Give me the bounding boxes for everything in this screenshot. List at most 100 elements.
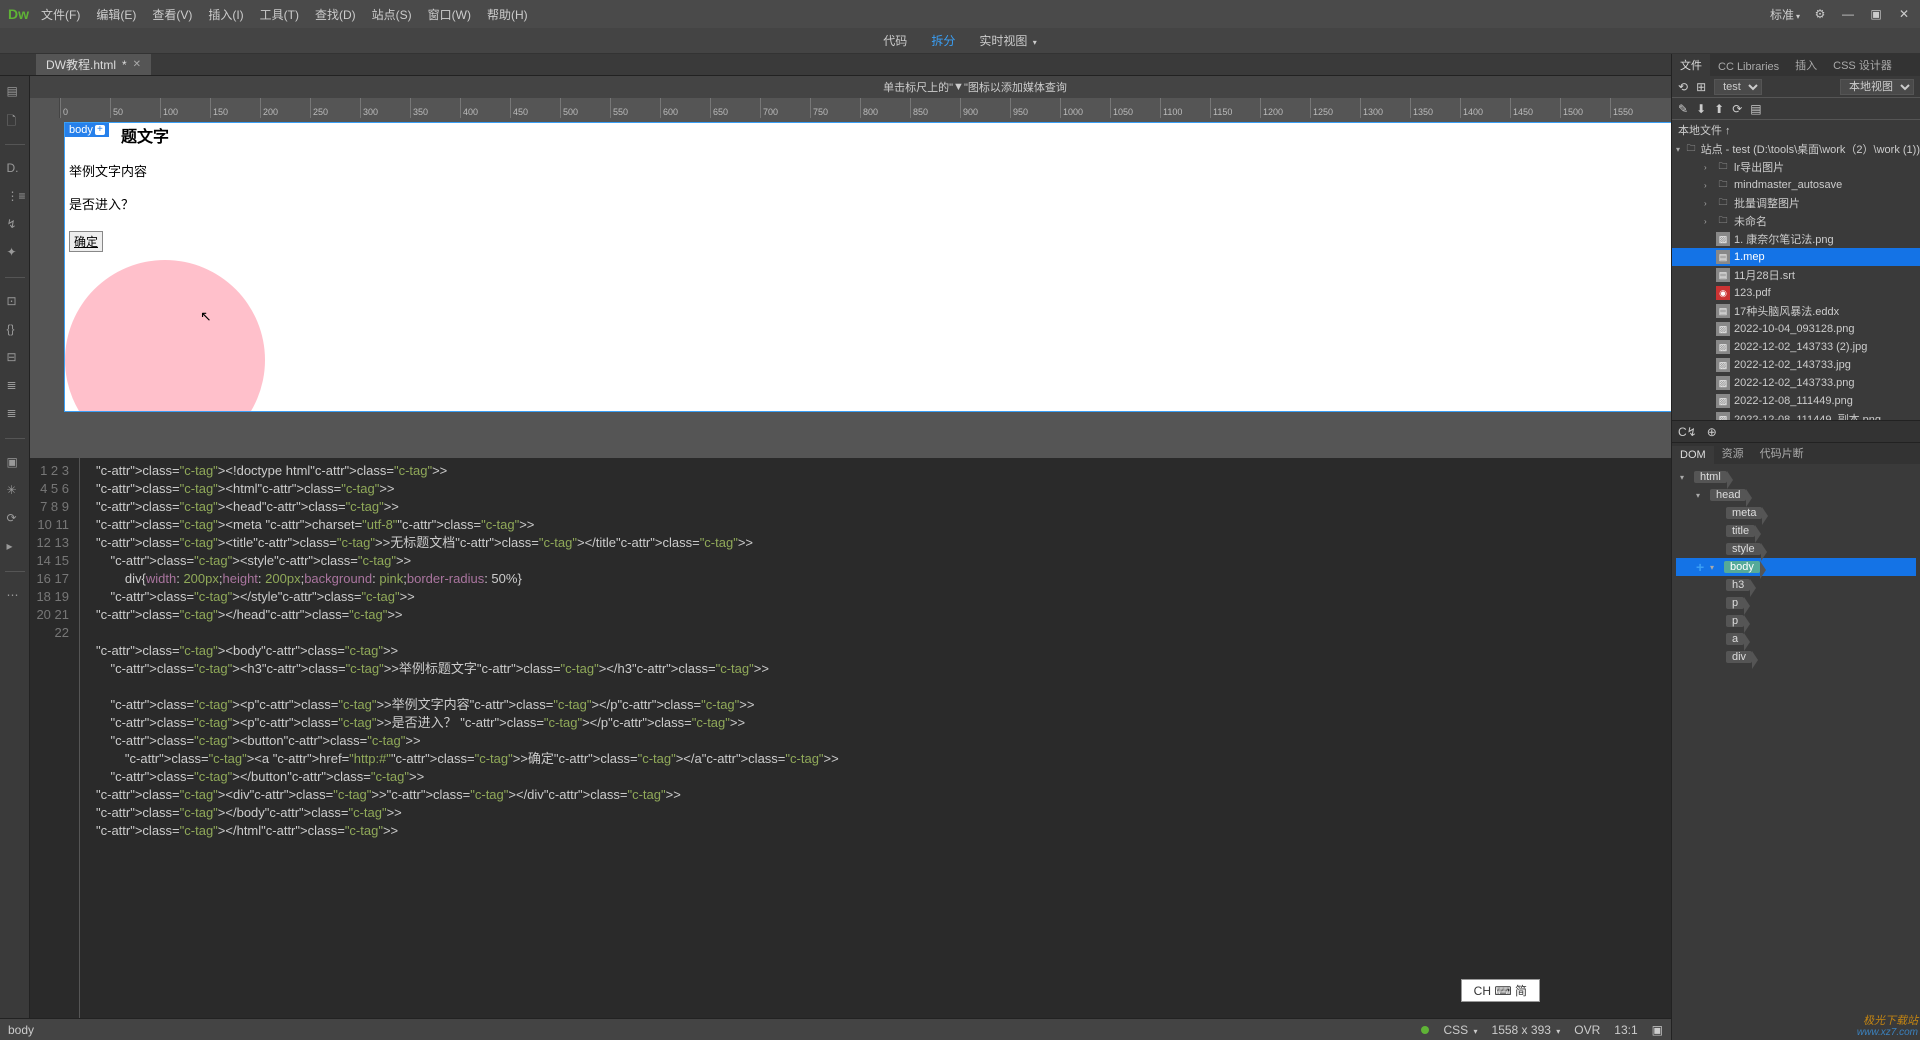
tab-close-icon[interactable]: ✕: [133, 59, 141, 70]
design-view-canvas[interactable]: body + 题文字 举例文字内容 是否进入？ 确定 ↖: [64, 122, 1916, 412]
dom-node-p[interactable]: p: [1676, 612, 1916, 630]
dom-node-div[interactable]: div: [1676, 648, 1916, 666]
file-tree-row[interactable]: ▨2022-12-08_111449.png: [1672, 392, 1920, 410]
file-tree-row[interactable]: ▤11月28日.srt: [1672, 266, 1920, 284]
file-tree-row[interactable]: ›🗀lr导出图片: [1672, 158, 1920, 176]
settings-icon[interactable]: ⚙: [1812, 6, 1828, 22]
file-tree[interactable]: ▾🗀站点 - test (D:\tools\桌面\work（2）\work (1…: [1672, 140, 1920, 420]
tool-play-icon[interactable]: ▸: [7, 539, 23, 555]
dom-node-title[interactable]: title: [1676, 522, 1916, 540]
view-code-button[interactable]: 代码: [883, 32, 907, 49]
toolbar-icon[interactable]: ✎: [1678, 102, 1688, 116]
dom-tree[interactable]: ▾html▾headmetatitlestyle+▾bodyh3ppadiv: [1672, 464, 1920, 1040]
dom-node-h3[interactable]: h3: [1676, 576, 1916, 594]
dom-node-a[interactable]: a: [1676, 630, 1916, 648]
tool-file-icon[interactable]: 🗋: [7, 112, 23, 128]
pink-circle-div[interactable]: [65, 260, 265, 412]
upload-icon[interactable]: ⬆: [1714, 102, 1724, 116]
horizontal-ruler[interactable]: 0501001502002503003504004505005506006507…: [60, 98, 1900, 118]
dom-node-p[interactable]: p: [1676, 594, 1916, 612]
code-editor[interactable]: 1 2 3 4 5 6 7 8 9 10 11 12 13 14 15 16 1…: [30, 458, 1920, 1018]
breadcrumb-path[interactable]: body: [8, 1023, 34, 1037]
file-tree-row[interactable]: ›🗀未命名: [1672, 212, 1920, 230]
css-dropdown[interactable]: CSS ▾: [1443, 1023, 1477, 1037]
site-dropdown[interactable]: test: [1714, 79, 1762, 95]
minimize-icon[interactable]: —: [1840, 6, 1856, 22]
tool-gear-icon[interactable]: ✳: [7, 483, 23, 499]
ftp-icon[interactable]: ⊞: [1696, 80, 1706, 94]
file-tree-row[interactable]: ▤17种头脑风暴法.eddx: [1672, 302, 1920, 320]
dom-node-html[interactable]: ▾html: [1676, 468, 1916, 486]
tool-expand-icon[interactable]: ▤: [7, 84, 23, 100]
dom-add-icon[interactable]: +: [1696, 559, 1710, 575]
close-icon[interactable]: ✕: [1896, 6, 1912, 22]
tool-list-icon[interactable]: ⋮≡: [7, 189, 23, 205]
file-tree-row[interactable]: ▨2022-10-04_093128.png: [1672, 320, 1920, 338]
menu-find[interactable]: 查找(D): [315, 6, 356, 23]
menu-edit[interactable]: 编辑(E): [96, 6, 136, 23]
download-icon[interactable]: ⬇: [1696, 102, 1706, 116]
tool-d-icon[interactable]: D.: [7, 161, 23, 177]
tool-indent-icon[interactable]: ≣: [7, 378, 23, 394]
ok-button[interactable]: 确定: [69, 231, 103, 252]
menu-tools[interactable]: 工具(T): [260, 6, 299, 23]
menu-file[interactable]: 文件(F): [41, 6, 80, 23]
view-live-button[interactable]: 实时视图 ▾: [979, 32, 1036, 49]
tool-preview-icon[interactable]: ▣: [7, 455, 23, 471]
tool-comment-icon[interactable]: ⊡: [7, 294, 23, 310]
sync-icon[interactable]: ⟲: [1678, 80, 1688, 94]
code-content[interactable]: "c-attr">class="c-tag"><!doctype html"c-…: [80, 458, 839, 1018]
tool-refresh-icon[interactable]: ⟳: [7, 511, 23, 527]
resources-tab[interactable]: 资源: [1714, 442, 1752, 464]
cc-libraries-tab[interactable]: CC Libraries: [1710, 58, 1787, 76]
file-tree-row[interactable]: ▨1. 康奈尔笔记法.png: [1672, 230, 1920, 248]
site-root-row[interactable]: ▾🗀站点 - test (D:\tools\桌面\work（2）\work (1…: [1672, 140, 1920, 158]
files-tab[interactable]: 文件: [1672, 54, 1710, 76]
workspace-switcher[interactable]: 标准▾: [1770, 6, 1800, 23]
git-icon[interactable]: ⊕: [1707, 425, 1717, 439]
menu-insert[interactable]: 插入(I): [208, 6, 243, 23]
dom-tab[interactable]: DOM: [1672, 446, 1714, 464]
file-tree-row[interactable]: ▨2022-12-02_143733.png: [1672, 374, 1920, 392]
view-split-button[interactable]: 拆分: [931, 32, 955, 49]
file-tree-row[interactable]: ▨2022-12-02_143733.jpg: [1672, 356, 1920, 374]
viewport-dimensions[interactable]: 1558 x 393 ▾: [1492, 1023, 1561, 1037]
dom-node-meta[interactable]: meta: [1676, 504, 1916, 522]
tool-wrench-icon[interactable]: ↯: [7, 217, 23, 233]
paragraph-1[interactable]: 举例文字内容: [69, 161, 1911, 180]
body-element-marker[interactable]: body +: [65, 123, 109, 137]
status-ok-icon[interactable]: [1421, 1026, 1429, 1034]
add-element-icon[interactable]: +: [95, 125, 105, 135]
dom-node-body[interactable]: +▾body: [1676, 558, 1916, 576]
tool-star-icon[interactable]: ✦: [7, 245, 23, 261]
view-dropdown[interactable]: 本地视图: [1840, 79, 1914, 95]
snippets-tab[interactable]: 代码片断: [1752, 442, 1812, 464]
paragraph-2[interactable]: 是否进入？: [69, 194, 1911, 213]
dom-node-style[interactable]: style: [1676, 540, 1916, 558]
menu-window[interactable]: 窗口(W): [428, 6, 471, 23]
h3-title-fragment[interactable]: 题文字: [121, 123, 1915, 147]
menu-help[interactable]: 帮助(H): [487, 6, 528, 23]
local-files-header[interactable]: 本地文件 ↑: [1672, 120, 1920, 140]
tool-more-icon[interactable]: ⋯: [7, 588, 23, 604]
file-tree-row[interactable]: ▤1.mep: [1672, 248, 1920, 266]
file-tree-row[interactable]: ▨2022-12-02_143733 (2).jpg: [1672, 338, 1920, 356]
maximize-icon[interactable]: ▣: [1868, 6, 1884, 22]
file-tree-row[interactable]: ›🗀批量调整图片: [1672, 194, 1920, 212]
css-designer-tab[interactable]: CSS 设计器: [1825, 54, 1900, 76]
preview-icon[interactable]: ▣: [1652, 1023, 1663, 1037]
file-tree-row[interactable]: ›🗀mindmaster_autosave: [1672, 176, 1920, 194]
refresh-icon[interactable]: ⟳: [1732, 102, 1742, 116]
insert-tab[interactable]: 插入: [1787, 54, 1825, 76]
menu-view[interactable]: 查看(V): [152, 6, 192, 23]
tool-outdent-icon[interactable]: ≣: [7, 406, 23, 422]
link-icon[interactable]: C↯: [1678, 425, 1697, 439]
menu-site[interactable]: 站点(S): [372, 6, 412, 23]
tool-bracket-icon[interactable]: {}: [7, 322, 23, 338]
document-tab[interactable]: DW教程.html* ✕: [36, 54, 151, 75]
file-tree-row[interactable]: ◉123.pdf: [1672, 284, 1920, 302]
tool-bracket2-icon[interactable]: ⊟: [7, 350, 23, 366]
insert-mode[interactable]: OVR: [1574, 1023, 1600, 1037]
expand-icon[interactable]: ▤: [1750, 102, 1761, 116]
file-tree-row[interactable]: ▨2022-12-08_111449_副本.png: [1672, 410, 1920, 420]
